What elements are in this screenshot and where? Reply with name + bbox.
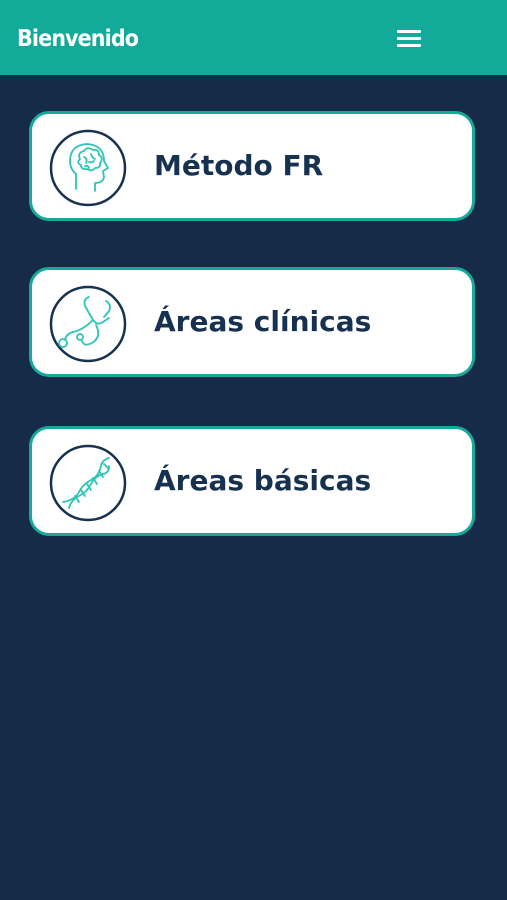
areas-clinicas-card[interactable]: Áreas clínicas [29,267,475,377]
card-label: Áreas básicas [154,464,372,497]
card-label: Áreas clínicas [154,305,372,338]
stethoscope-icon [49,285,127,363]
card-label: Método FR [154,149,324,182]
areas-basicas-card[interactable]: Áreas básicas [29,426,475,536]
app-bar: Bienvenido [0,0,507,75]
metodo-fr-card[interactable]: Método FR [29,111,475,221]
dna-icon [49,444,127,522]
page-title: Bienvenido [17,26,139,52]
brain-head-icon [49,129,127,207]
menu-button[interactable] [393,24,425,52]
